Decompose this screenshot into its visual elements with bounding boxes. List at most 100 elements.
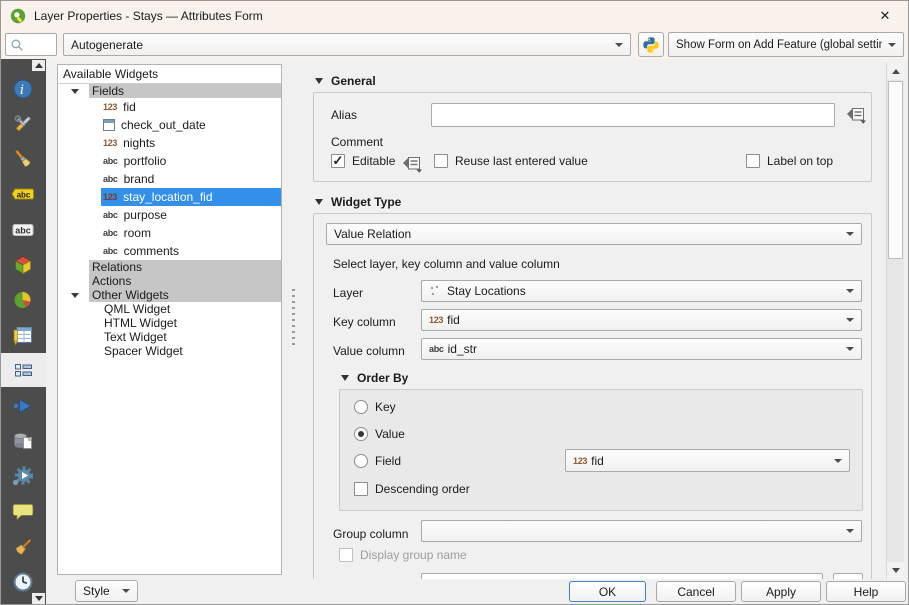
tree-item-room[interactable]: abcroom	[101, 224, 281, 242]
value-column-value: id_str	[448, 342, 477, 356]
general-group-header[interactable]: General	[315, 74, 376, 88]
descending-order-checkbox[interactable]	[354, 482, 368, 496]
chevron-down-icon	[122, 589, 130, 593]
tree-category-fields[interactable]: Fields	[58, 84, 281, 98]
form-layout-combo[interactable]: Autogenerate	[63, 33, 631, 56]
display-group-name-checkbox[interactable]	[339, 548, 353, 562]
titlebar: Layer Properties - Stays — Attributes Fo…	[1, 1, 908, 30]
scrollbar-thumb[interactable]	[888, 81, 903, 259]
widget-type-group-header[interactable]: Widget Type	[315, 195, 401, 209]
scrollbar-down-button[interactable]	[887, 562, 904, 579]
expander-icon[interactable]	[71, 89, 79, 94]
chevron-down-icon	[888, 43, 896, 47]
tree-item-label: portfolio	[124, 154, 167, 168]
fields-icon[interactable]	[11, 323, 35, 347]
attributes-form-page: General Alias Comment Editable	[301, 59, 886, 579]
style-button[interactable]: Style	[75, 580, 138, 602]
text-field-icon: abc	[103, 246, 118, 256]
tree-item-check-out-date[interactable]: check_out_date	[101, 116, 281, 134]
tree-category-relations[interactable]: Relations	[58, 260, 281, 274]
tree-item-stay-location-fid[interactable]: 123stay_location_fid	[101, 188, 281, 206]
tree-item-label: check_out_date	[121, 118, 206, 132]
triangle-down-icon	[35, 596, 43, 601]
diagrams-icon[interactable]	[11, 288, 35, 312]
order-by-group-title: Order By	[357, 371, 408, 385]
order-by-field-row[interactable]: Field	[354, 454, 401, 468]
editable-override-button[interactable]	[399, 152, 425, 175]
layer-combo[interactable]: Stay Locations	[421, 280, 862, 302]
order-by-value-radio[interactable]	[354, 427, 368, 441]
reuse-checkbox-row[interactable]: Reuse last entered value	[434, 154, 588, 168]
alias-override-button[interactable]	[843, 103, 869, 126]
labels-icon[interactable]: abc	[11, 182, 35, 206]
order-by-field-radio[interactable]	[354, 454, 368, 468]
tree-item-label: HTML Widget	[104, 316, 177, 330]
widget-type-value: Value Relation	[334, 227, 411, 241]
form-scrollbar[interactable]	[886, 63, 904, 579]
tree-item-comments[interactable]: abccomments	[101, 242, 281, 260]
panel-splitter[interactable]	[289, 64, 298, 575]
tree-item-qml-widget[interactable]: QML Widget	[102, 302, 281, 316]
temporal-icon[interactable]	[11, 570, 35, 594]
scrollbar-up-button[interactable]	[887, 63, 904, 80]
group-column-combo[interactable]	[421, 520, 862, 542]
svg-text:abc: abc	[17, 191, 31, 200]
alias-input[interactable]	[431, 103, 835, 127]
attributes-form-icon[interactable]	[11, 358, 35, 382]
rendering-icon[interactable]	[11, 535, 35, 559]
reuse-last-value-checkbox[interactable]	[434, 154, 448, 168]
apply-button[interactable]: Apply	[741, 581, 821, 602]
tree-item-purpose[interactable]: abcpurpose	[101, 206, 281, 224]
label-on-top-label: Label on top	[767, 154, 833, 168]
show-form-combo[interactable]: Show Form on Add Feature (global setting…	[668, 32, 904, 57]
3d-view-icon[interactable]	[11, 253, 35, 277]
number-field-icon: 123	[429, 315, 443, 325]
value-column-combo[interactable]: abc id_str	[421, 338, 862, 360]
clipped-input[interactable]	[421, 573, 823, 579]
chevron-down-icon	[846, 347, 854, 351]
sidebar-scroll-up[interactable]	[32, 60, 45, 71]
sidebar-scroll-down[interactable]	[32, 593, 45, 604]
widget-type-combo[interactable]: Value Relation	[326, 223, 862, 245]
auxiliary-storage-icon[interactable]	[11, 429, 35, 453]
joins-icon[interactable]	[11, 394, 35, 418]
order-by-key-row[interactable]: Key	[354, 400, 396, 414]
cancel-button[interactable]: Cancel	[656, 581, 736, 602]
display-icon[interactable]	[11, 499, 35, 523]
descending-order-row[interactable]: Descending order	[354, 482, 470, 496]
tree-item-html-widget[interactable]: HTML Widget	[102, 316, 281, 330]
category-label: Other Widgets	[89, 288, 281, 302]
expander-icon[interactable]	[71, 293, 79, 298]
label-on-top-checkbox[interactable]	[746, 154, 760, 168]
order-by-value-row[interactable]: Value	[354, 427, 405, 441]
search-input[interactable]	[24, 38, 50, 52]
tree-category-actions[interactable]: Actions	[58, 274, 281, 288]
order-by-field-combo[interactable]: 123 fid	[565, 449, 850, 472]
tree-item-nights[interactable]: 123nights	[101, 134, 281, 152]
search-box[interactable]	[5, 33, 57, 56]
actions-icon[interactable]	[11, 464, 35, 488]
key-column-combo[interactable]: 123 fid	[421, 309, 862, 331]
tree-category-other-widgets[interactable]: Other Widgets	[58, 288, 281, 302]
tree-item-brand[interactable]: abcbrand	[101, 170, 281, 188]
tree-item-spacer-widget[interactable]: Spacer Widget	[102, 344, 281, 358]
collapse-triangle-icon	[315, 199, 323, 205]
order-by-group-header[interactable]: Order By	[341, 371, 408, 385]
symbology-icon[interactable]	[11, 147, 35, 171]
masks-icon[interactable]: abc	[11, 218, 35, 242]
order-by-key-radio[interactable]	[354, 400, 368, 414]
editable-checkbox-row[interactable]: Editable	[331, 154, 395, 168]
close-icon[interactable]: ✕	[862, 1, 908, 30]
help-button[interactable]: Help	[826, 581, 906, 602]
python-init-button[interactable]	[638, 32, 664, 57]
tree-item-portfolio[interactable]: abcportfolio	[101, 152, 281, 170]
clipped-button[interactable]	[833, 573, 863, 579]
information-icon[interactable]: i	[11, 77, 35, 101]
number-field-icon: 123	[103, 102, 117, 112]
tree-item-fid[interactable]: 123fid	[101, 98, 281, 116]
ok-button[interactable]: OK	[569, 581, 646, 602]
editable-checkbox[interactable]	[331, 154, 345, 168]
source-icon[interactable]	[11, 112, 35, 136]
label-on-top-row[interactable]: Label on top	[746, 154, 833, 168]
tree-item-text-widget[interactable]: Text Widget	[102, 330, 281, 344]
